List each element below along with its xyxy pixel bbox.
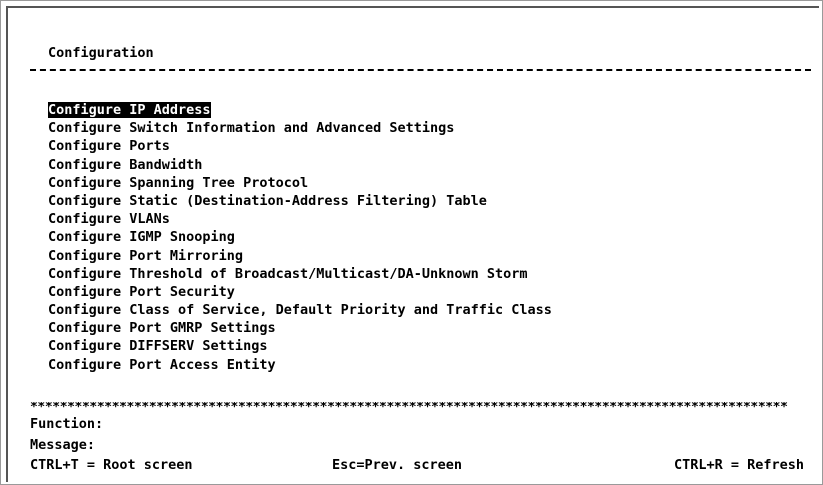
message-label: Message: xyxy=(30,437,96,453)
menu-item-label: Configure Switch Information and Advance… xyxy=(48,120,455,137)
menu-item[interactable]: Configure Port Mirroring xyxy=(48,247,552,265)
menu-item-label: Configure Threshold of Broadcast/Multica… xyxy=(48,265,528,282)
menu-item-label: Configure VLANs xyxy=(48,211,170,228)
status-bar: CTRL+T = Root screen Esc=Prev. screen CT… xyxy=(30,456,810,474)
menu-item-label: Configure Static (Destination-Address Fi… xyxy=(48,192,487,209)
menu-item-label: Configure DIFFSERV Settings xyxy=(48,338,268,355)
menu-item-label: Configure Port Access Entity xyxy=(48,356,276,373)
menu-item-label: Configure Port GMRP Settings xyxy=(48,320,276,337)
prev-screen-hint[interactable]: Esc=Prev. screen xyxy=(332,456,462,474)
menu-item[interactable]: Configure Bandwidth xyxy=(48,156,552,174)
title-divider xyxy=(30,69,811,71)
menu-item[interactable]: Configure Ports xyxy=(48,137,552,155)
refresh-hint[interactable]: CTRL+R = Refresh xyxy=(674,456,804,474)
menu-item[interactable]: Configure DIFFSERV Settings xyxy=(48,337,552,355)
menu-item[interactable]: Configure Port GMRP Settings xyxy=(48,319,552,337)
menu-item[interactable]: Configure VLANs xyxy=(48,210,552,228)
menu-item-label: Configure Ports xyxy=(48,138,170,155)
menu-item[interactable]: Configure Switch Information and Advance… xyxy=(48,119,552,137)
menu-item-label: Configure Bandwidth xyxy=(48,156,203,173)
menu-item-label: Configure Port Mirroring xyxy=(48,247,244,264)
menu-item[interactable]: Configure IGMP Snooping xyxy=(48,228,552,246)
root-screen-hint[interactable]: CTRL+T = Root screen xyxy=(30,456,193,474)
menu-item[interactable]: Configure IP Address xyxy=(48,101,552,119)
menu-item[interactable]: Configure Class of Service, Default Prio… xyxy=(48,301,552,319)
screen-title: Configuration xyxy=(48,45,154,61)
menu-item-label: Configure IP Address xyxy=(48,102,211,118)
menu-item[interactable]: Configure Spanning Tree Protocol xyxy=(48,174,552,192)
menu-item-label: Configure Class of Service, Default Prio… xyxy=(48,302,552,319)
menu-item-label: Configure IGMP Snooping xyxy=(48,229,235,246)
menu-item-label: Configure Port Security xyxy=(48,283,235,300)
menu-item[interactable]: Configure Port Access Entity xyxy=(48,356,552,374)
star-divider: ****************************************… xyxy=(30,402,788,414)
menu-item[interactable]: Configure Port Security xyxy=(48,283,552,301)
menu-item-label: Configure Spanning Tree Protocol xyxy=(48,174,309,191)
menu-item[interactable]: Configure Threshold of Broadcast/Multica… xyxy=(48,265,552,283)
function-label: Function: xyxy=(30,416,104,432)
configuration-menu: Configure IP Address Configure Switch Inf… xyxy=(48,101,552,374)
menu-item[interactable]: Configure Static (Destination-Address Fi… xyxy=(48,192,552,210)
